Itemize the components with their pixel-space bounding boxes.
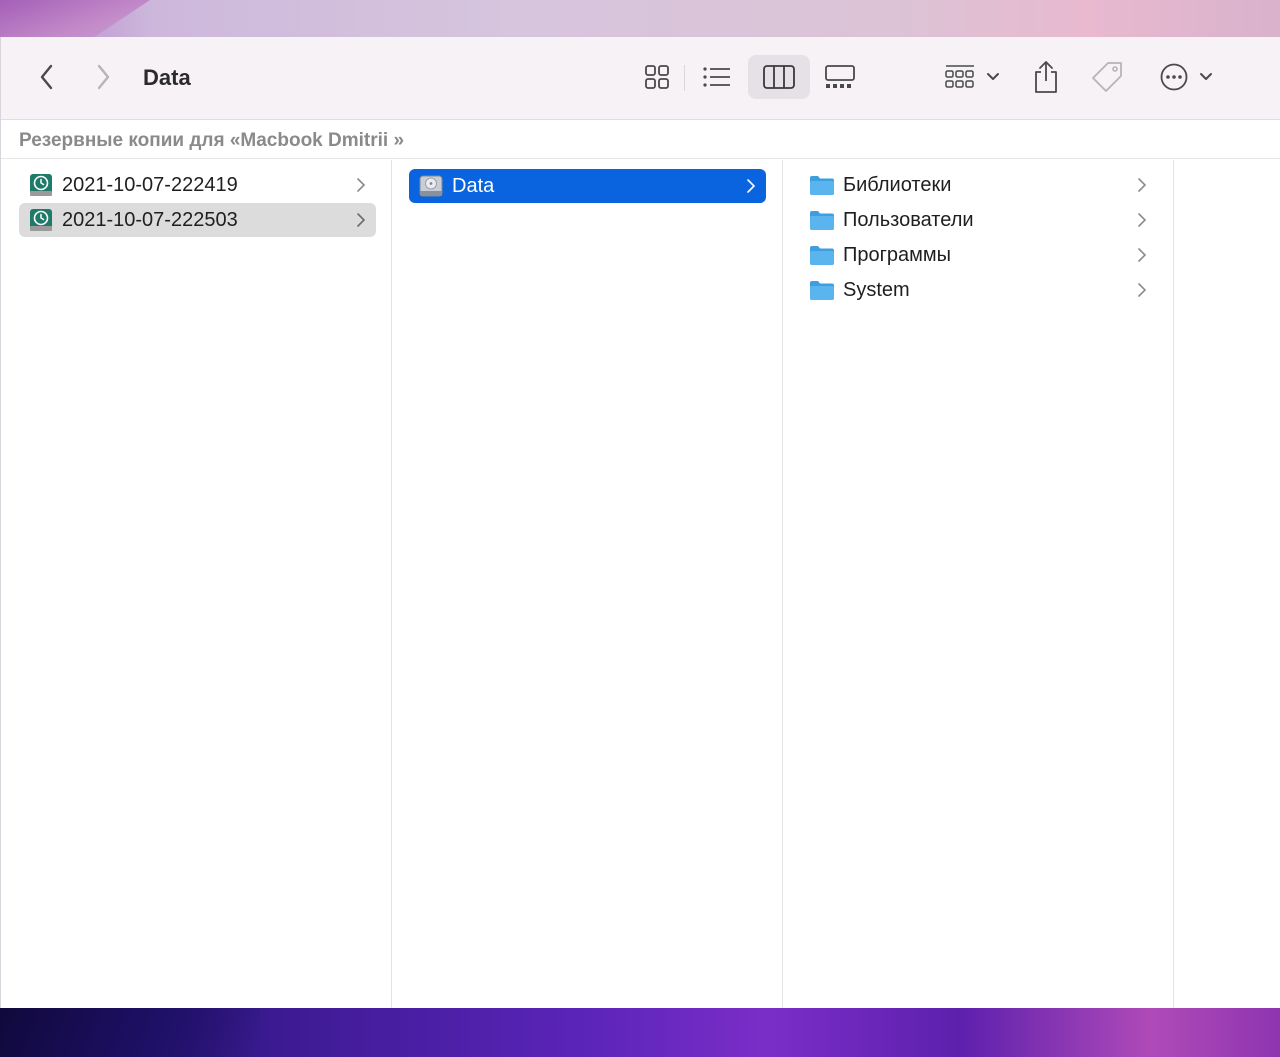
list-item-label: 2021-10-07-222503 <box>62 208 238 231</box>
browser-column-3: Библиотеки Пользователи Программы System <box>783 160 1174 1008</box>
tag-icon <box>1092 62 1122 92</box>
list-item[interactable]: System <box>800 273 1157 307</box>
browser-column-2: Data <box>392 160 783 1008</box>
path-bar-text: Резервные копии для «Macbook Dmitrii » <box>19 130 405 151</box>
group-button[interactable] <box>941 57 1003 97</box>
folder-icon <box>810 211 834 230</box>
list-item[interactable]: 2021-10-07-222419 <box>19 168 376 202</box>
icon-view-button[interactable] <box>637 57 677 97</box>
desktop-wallpaper-bottom <box>0 1008 1280 1057</box>
list-icon <box>703 67 730 87</box>
gallery-icon <box>825 65 855 88</box>
chevron-right-icon <box>97 64 110 90</box>
tags-button[interactable] <box>1087 57 1127 97</box>
share-icon <box>1035 61 1057 93</box>
list-item[interactable]: Data <box>409 169 766 203</box>
chevron-right-icon <box>357 213 366 227</box>
gallery-view-button[interactable] <box>819 57 861 97</box>
forward-button[interactable] <box>87 61 119 93</box>
time-machine-backup-icon <box>30 209 52 231</box>
folder-icon <box>810 246 834 265</box>
column-view-button[interactable] <box>748 55 810 99</box>
list-item[interactable]: Библиотеки <box>800 168 1157 202</box>
list-item-label: Программы <box>843 243 952 266</box>
list-item-label: Пользователи <box>843 208 974 231</box>
list-view-button[interactable] <box>695 57 739 97</box>
list-item[interactable]: Пользователи <box>800 203 1157 237</box>
list-item-label: 2021-10-07-222419 <box>62 173 238 196</box>
chevron-right-icon <box>1138 178 1147 192</box>
browser-column-1: 2021-10-07-222419 2021-10-07-222503 <box>1 160 392 1008</box>
list-item[interactable]: 2021-10-07-222503 <box>19 203 376 237</box>
toolbar: Data <box>1 37 1280 120</box>
list-item-label: Data <box>452 174 495 197</box>
chevron-right-icon <box>357 178 366 192</box>
chevron-right-icon <box>1138 213 1147 227</box>
chevron-left-icon <box>40 64 53 90</box>
browser-column-4 <box>1174 160 1280 1008</box>
path-bar: Резервные копии для «Macbook Dmitrii » <box>1 121 1280 159</box>
finder-window: Data Резервные копии для «Macbook Dmitri… <box>0 37 1280 1008</box>
list-item-label: System <box>843 278 910 301</box>
more-actions-button[interactable] <box>1155 57 1219 97</box>
grid-icon <box>645 65 669 89</box>
window-title: Data <box>143 65 191 90</box>
list-item-label: Библиотеки <box>843 173 952 196</box>
chevron-right-icon <box>1138 248 1147 262</box>
share-button[interactable] <box>1027 57 1065 97</box>
columns-icon <box>763 65 795 89</box>
group-grid-icon <box>945 65 999 88</box>
folder-icon <box>810 176 834 195</box>
toolbar-divider <box>684 65 685 91</box>
time-machine-backup-icon <box>30 174 52 196</box>
list-item[interactable]: Программы <box>800 238 1157 272</box>
chevron-right-icon <box>747 179 756 193</box>
ellipsis-circle-icon <box>1160 63 1212 91</box>
folder-icon <box>810 281 834 300</box>
desktop-wallpaper-top <box>0 0 1280 40</box>
hard-drive-icon <box>419 175 443 197</box>
chevron-right-icon <box>1138 283 1147 297</box>
back-button[interactable] <box>31 61 63 93</box>
